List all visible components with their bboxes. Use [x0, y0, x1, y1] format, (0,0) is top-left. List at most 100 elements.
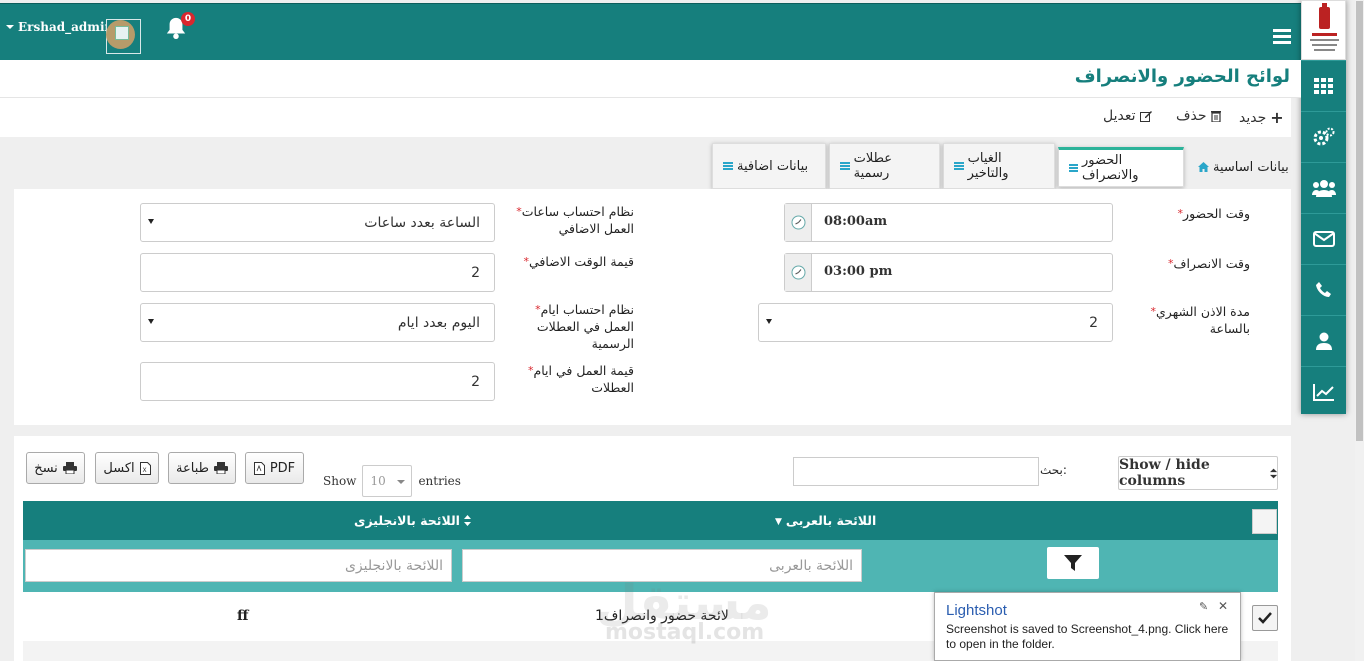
caret-down-icon [6, 25, 14, 29]
holiday-value-label: *قيمة العمل في ايام العطلات [528, 363, 634, 395]
check-icon [1258, 612, 1272, 624]
attendance-time-value: 08:00am [824, 214, 888, 229]
lightshot-notification[interactable]: Lightshot ✎ ✕ Screenshot is saved to Scr… [934, 592, 1241, 661]
holiday-system-select[interactable]: اليوم بعدد ايام [140, 303, 495, 342]
sidebar-apps[interactable] [1301, 60, 1346, 111]
pin-icon[interactable]: ✎ [1199, 600, 1208, 613]
edit-button[interactable]: تعديل [1103, 108, 1152, 124]
holiday-value-input[interactable]: 2 [140, 362, 495, 401]
overtime-value-text: 2 [471, 264, 480, 281]
username: Ershad_admin [18, 20, 114, 34]
monthly-permission-label: *مدة الاذن الشهري بالساعة [1150, 304, 1250, 336]
select-all-checkbox[interactable] [1252, 509, 1277, 534]
entries-value: 10 [370, 474, 386, 488]
column-arabic-header[interactable]: ▼ اللائحة بالعربى [775, 513, 876, 528]
tab-label: بيانات اضافية [737, 158, 809, 174]
edit-label: تعديل [1103, 108, 1136, 124]
logo [1301, 0, 1346, 60]
copy-button[interactable]: نسخ [26, 452, 85, 484]
overtime-value-input[interactable]: 2 [140, 253, 495, 292]
holiday-system-value: اليوم بعدد ايام [397, 314, 480, 331]
notification-badge: 0 [181, 12, 195, 26]
columns-label: Show / hide columns [1119, 457, 1210, 489]
sidebar-settings[interactable] [1301, 111, 1346, 162]
tab-label: الغياب والتاخير [967, 151, 1009, 181]
filter-english-placeholder: اللائحة بالانجليزى [344, 557, 443, 574]
sidebar-contact[interactable] [1301, 264, 1346, 315]
pdf-button[interactable]: PDF [245, 452, 304, 484]
right-sidebar [1301, 0, 1346, 414]
print-label: طباعة [176, 460, 209, 476]
trash-icon [1210, 111, 1221, 122]
dropdown-arrow-icon [766, 319, 772, 324]
clock-icon[interactable] [785, 204, 812, 241]
filter-english-input[interactable]: اللائحة بالانجليزى [25, 549, 452, 582]
scrollbar-thumb[interactable] [1356, 1, 1363, 441]
search-input[interactable] [793, 457, 1039, 486]
excel-button[interactable]: اكسل X [95, 452, 159, 484]
show-hide-columns-button[interactable]: Show / hide columns [1118, 456, 1278, 490]
filter-arabic-placeholder: اللائحة بالعربى [769, 557, 853, 574]
tab-absence[interactable]: الغياب والتاخير [943, 143, 1055, 189]
tab-basic-info[interactable]: بيانات اساسية [1188, 147, 1299, 187]
search-label: بحث: [1040, 463, 1067, 477]
close-icon[interactable]: ✕ [1218, 599, 1228, 613]
column-english-header[interactable]: اللائحة بالانجليزى [354, 513, 471, 528]
plus-icon: + [1270, 108, 1284, 127]
sidebar-users[interactable] [1301, 162, 1346, 213]
column-english-label: اللائحة بالانجليزى [354, 513, 460, 528]
delete-button[interactable]: حذف [1176, 108, 1221, 124]
printer-icon [62, 462, 77, 474]
page-header: لوائح الحضور والانصراف [0, 60, 1301, 98]
filter-icon [1064, 555, 1082, 571]
filter-button[interactable] [1047, 547, 1099, 579]
print-button[interactable]: طباعة [168, 452, 236, 484]
printer-icon [213, 462, 228, 474]
tab-label: عطلات رسمية [853, 151, 893, 181]
sidebar-messages[interactable] [1301, 213, 1346, 264]
leave-time-label: *وقت الانصراف [1167, 256, 1250, 271]
envelope-icon [1312, 231, 1335, 247]
sort-icon [1269, 468, 1277, 478]
new-button[interactable]: جديد + [1239, 108, 1284, 127]
tab-holidays[interactable]: عطلات رسمية [829, 143, 940, 189]
gears-icon [1313, 127, 1334, 146]
show-label: Show [323, 474, 357, 488]
sidebar-reports[interactable] [1301, 366, 1346, 417]
avatar[interactable] [106, 19, 141, 54]
scrollbar[interactable] [1355, 0, 1364, 661]
entries-label: entries [418, 474, 461, 488]
overtime-value-label: *قيمة الوقت الاضافي [523, 254, 634, 269]
tab-extra-data[interactable]: بيانات اضافية [712, 143, 826, 189]
menu-icon [1069, 164, 1079, 172]
chevron-down-icon [397, 480, 406, 484]
user-menu[interactable]: Ershad_admin [6, 20, 113, 34]
new-label: جديد [1239, 109, 1267, 126]
attendance-time-label: *وقت الحضور [1177, 206, 1250, 221]
pdf-label: PDF [269, 460, 296, 476]
hamburger-menu-icon[interactable] [1273, 29, 1291, 44]
entries-select[interactable]: 10 [362, 465, 413, 497]
sidebar-profile[interactable] [1301, 315, 1346, 366]
clock-icon[interactable] [785, 254, 812, 291]
sort-icon [463, 515, 471, 526]
grid-icon [1313, 78, 1333, 94]
attendance-time-field[interactable]: 08:00am [784, 203, 1113, 242]
excel-label: اكسل [103, 460, 135, 476]
menu-icon [723, 162, 733, 170]
popup-message[interactable]: Screenshot is saved to Screenshot_4.png.… [946, 622, 1238, 652]
top-bar: Ershad_admin 0 [0, 3, 1301, 60]
overtime-system-select[interactable]: الساعة بعدد ساعات [140, 203, 495, 242]
table-header: ▼ اللائحة بالعربى اللائحة بالانجليزى [23, 501, 1278, 540]
copy-label: نسخ [34, 460, 58, 476]
broken-image-icon [115, 26, 129, 40]
leave-time-field[interactable]: 03:00 pm [784, 253, 1113, 292]
page-title: لوائح الحضور والانصراف [1074, 66, 1290, 87]
excel-file-icon: X [139, 461, 151, 475]
watermark-url: mostaql.com [605, 620, 765, 645]
monthly-permission-select[interactable]: 2 [758, 303, 1113, 342]
home-icon [1198, 162, 1209, 172]
row-checkbox[interactable] [1252, 605, 1278, 631]
column-arabic-label: اللائحة بالعربى [785, 513, 877, 528]
tab-attendance[interactable]: الحضور والانصراف [1058, 147, 1184, 187]
